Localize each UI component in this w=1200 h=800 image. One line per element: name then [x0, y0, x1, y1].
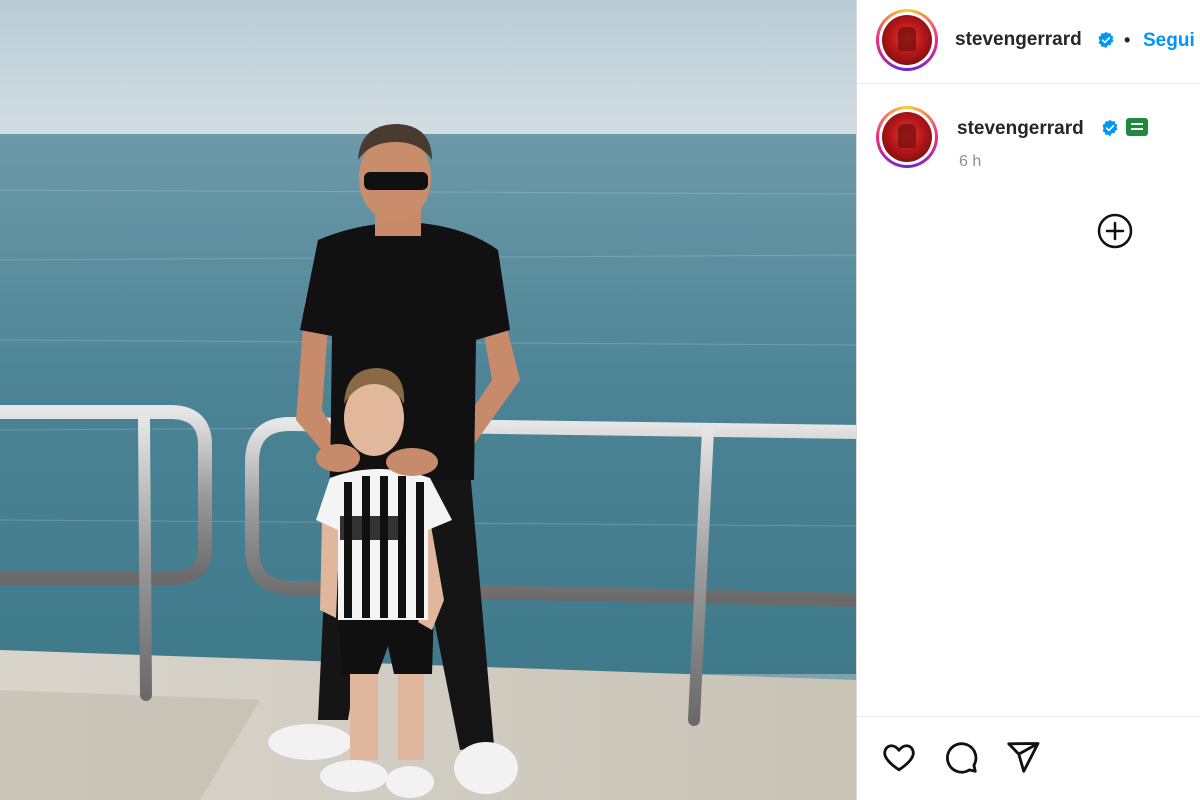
- post-photo[interactable]: [0, 0, 856, 800]
- author-avatar[interactable]: [876, 9, 938, 71]
- action-bar: [857, 716, 1200, 800]
- header-separator: •: [1124, 30, 1131, 50]
- post-sidebar: stevengerrard • Segui stevengerrard 6 h: [856, 0, 1200, 800]
- post-header: stevengerrard • Segui: [857, 0, 1200, 84]
- comment-icon[interactable]: [943, 739, 979, 775]
- heart-icon[interactable]: [881, 739, 917, 775]
- caption-avatar[interactable]: [876, 106, 938, 168]
- green-badge-icon: [1126, 118, 1148, 136]
- sky: [0, 0, 856, 134]
- send-icon[interactable]: [1005, 739, 1041, 775]
- post-timestamp[interactable]: 6 h: [959, 153, 981, 171]
- caption-username[interactable]: stevengerrard: [957, 118, 1084, 140]
- plus-circle-icon[interactable]: [1097, 213, 1133, 249]
- verified-badge-icon: [1098, 31, 1114, 49]
- author-username[interactable]: stevengerrard: [955, 29, 1082, 51]
- verified-badge-icon: [1102, 119, 1118, 137]
- follow-button[interactable]: Segui: [1143, 30, 1195, 52]
